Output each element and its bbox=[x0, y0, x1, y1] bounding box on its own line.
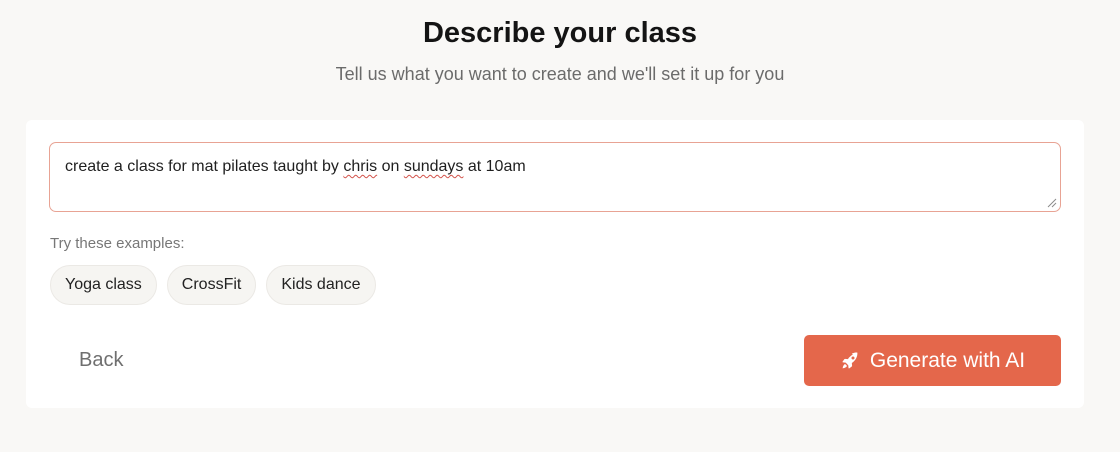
description-text-part: on bbox=[377, 158, 404, 175]
examples-label: Try these examples: bbox=[50, 235, 185, 252]
description-text-part: create a class for mat pilates taught by bbox=[65, 158, 344, 175]
rocket-icon bbox=[842, 352, 858, 368]
generate-with-ai-button[interactable]: Generate with AI bbox=[804, 335, 1061, 386]
example-chip-yoga-class[interactable]: Yoga class bbox=[50, 265, 157, 305]
back-button[interactable]: Back bbox=[79, 348, 123, 372]
class-description-value: create a class for mat pilates taught by… bbox=[65, 157, 526, 177]
example-chip-crossfit[interactable]: CrossFit bbox=[166, 265, 257, 305]
description-text-misspelled-name: chris bbox=[343, 158, 378, 175]
example-chips: Yoga class CrossFit Kids dance bbox=[50, 265, 376, 305]
class-description-textarea[interactable]: create a class for mat pilates taught by… bbox=[49, 142, 1061, 212]
page-subtitle: Tell us what you want to create and we'l… bbox=[335, 64, 785, 84]
generate-button-label: Generate with AI bbox=[869, 348, 1026, 372]
example-chip-kids-dance[interactable]: Kids dance bbox=[266, 265, 376, 305]
page-title: Describe your class bbox=[422, 17, 698, 49]
page-header: Describe your class Tell us what you wan… bbox=[0, 14, 1120, 86]
resize-handle-icon[interactable] bbox=[1047, 198, 1057, 208]
description-text-part: at 10am bbox=[463, 158, 526, 175]
describe-class-card: create a class for mat pilates taught by… bbox=[26, 120, 1084, 408]
description-text-misspelled-day: sundays bbox=[403, 158, 464, 175]
